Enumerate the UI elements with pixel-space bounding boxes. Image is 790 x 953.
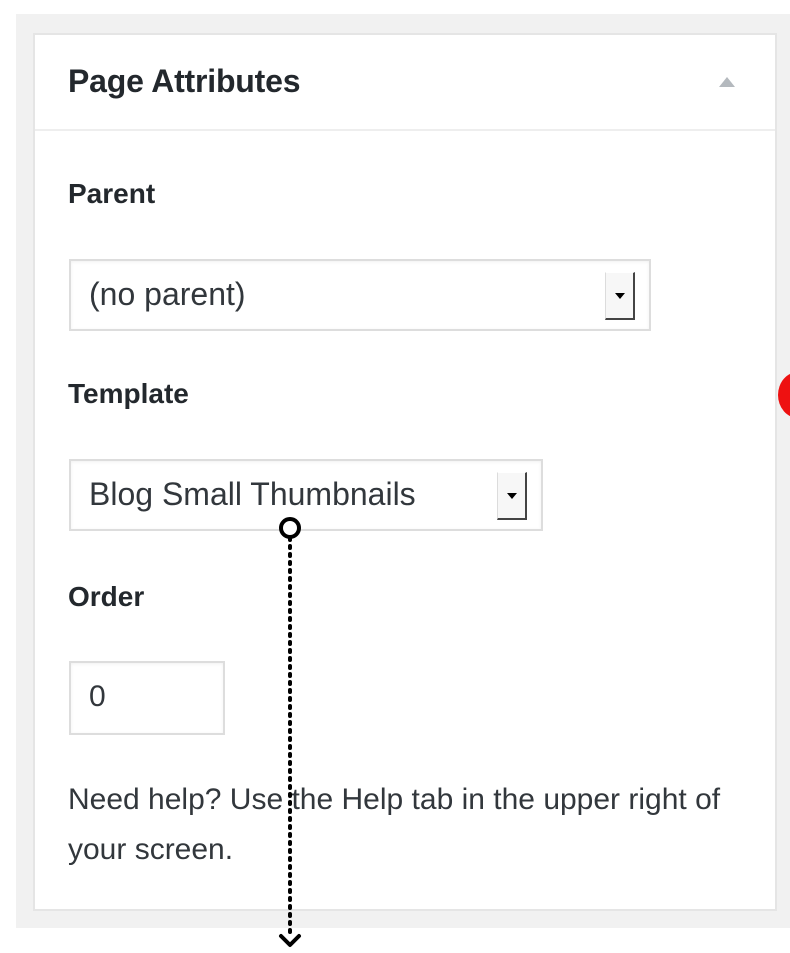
chevron-down-icon[interactable] — [605, 272, 635, 320]
metabox-title: Page Attributes — [68, 63, 301, 99]
chevron-down-icon[interactable] — [497, 472, 527, 520]
template-label: Template — [68, 378, 189, 409]
metabox-header[interactable]: Page Attributes — [35, 35, 775, 131]
parent-select[interactable]: (no parent) — [69, 259, 651, 331]
template-select[interactable]: Blog Small Thumbnails — [69, 459, 543, 531]
page-attributes-metabox: Page Attributes Parent (no parent) Templ… — [33, 33, 777, 911]
order-input[interactable]: 0 — [69, 661, 225, 735]
template-select-value: Blog Small Thumbnails — [89, 476, 416, 512]
order-label: Order — [68, 581, 145, 612]
order-input-value: 0 — [89, 680, 106, 713]
parent-label: Parent — [68, 178, 156, 209]
parent-select-value: (no parent) — [89, 276, 246, 312]
arrow-down-icon — [279, 934, 301, 947]
triangle-up-icon[interactable] — [715, 71, 739, 91]
help-text: Need help? Use the Help tab in the upper… — [68, 783, 721, 866]
